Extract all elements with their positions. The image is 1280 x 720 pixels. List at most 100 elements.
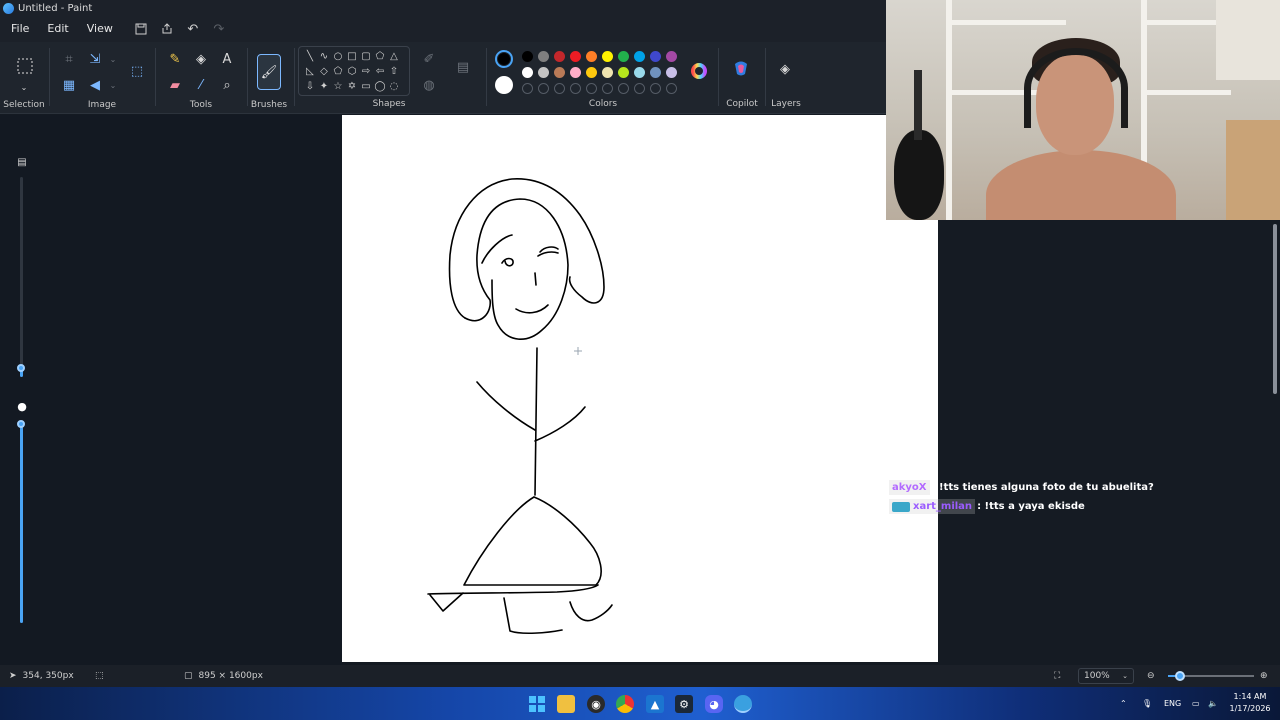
color-swatch[interactable] (602, 67, 613, 78)
pentagon-shape-icon[interactable]: ⬠ (331, 64, 345, 78)
color-swatch[interactable] (586, 67, 597, 78)
layers-icon[interactable]: ◈ (774, 58, 796, 80)
clock[interactable]: 1:14 AM 1/17/2026 (1222, 691, 1278, 715)
four-point-star-shape-icon[interactable]: ✦ (317, 79, 331, 93)
steam-icon[interactable]: ⚙ (675, 695, 693, 713)
secondary-color-swatch[interactable] (495, 76, 513, 94)
cloud-shape-icon[interactable]: ◌ (387, 79, 401, 93)
menu-file[interactable]: File (2, 18, 38, 40)
microphone-icon[interactable]: 🎙 (1142, 687, 1152, 720)
line-shape-icon[interactable]: ╲ (303, 49, 317, 63)
drawing-canvas[interactable] (342, 115, 938, 662)
volume-icon[interactable]: 🔈 (1208, 687, 1218, 720)
down-arrow-shape-icon[interactable]: ⇩ (303, 79, 317, 93)
custom-color-slot[interactable] (618, 83, 629, 94)
color-swatch[interactable] (538, 51, 549, 62)
size-slider-thumb[interactable] (17, 364, 25, 372)
color-picker-icon[interactable]: ⁄ (190, 74, 212, 96)
background-removal-icon[interactable]: ▦ (58, 74, 80, 96)
triangle-shape-icon[interactable]: △ (387, 49, 401, 63)
custom-color-slot[interactable] (666, 83, 677, 94)
custom-color-slot[interactable] (586, 83, 597, 94)
hexagon-shape-icon[interactable]: ⬡ (345, 64, 359, 78)
left-arrow-shape-icon[interactable]: ⇦ (373, 64, 387, 78)
chrome-icon[interactable] (616, 695, 634, 713)
edit-colors-icon[interactable] (688, 60, 710, 82)
copilot-icon[interactable] (730, 58, 752, 80)
custom-color-slot[interactable] (554, 83, 565, 94)
fill-shape-icon[interactable]: ◍ (418, 74, 440, 96)
rounded-rectangle-shape-icon[interactable]: ▢ (359, 49, 373, 63)
network-icon[interactable]: ▭ (1192, 687, 1200, 720)
up-arrow-shape-icon[interactable]: ⇧ (387, 64, 401, 78)
color-swatch[interactable] (522, 67, 533, 78)
six-point-star-shape-icon[interactable]: ✡ (345, 79, 359, 93)
zoom-out-icon[interactable]: ⊖ (1147, 665, 1155, 687)
right-arrow-shape-icon[interactable]: ⇨ (359, 64, 373, 78)
eraser-icon[interactable]: ▰ (164, 74, 186, 96)
selection-rectangle-icon[interactable] (13, 54, 37, 78)
callout-oval-shape-icon[interactable]: ◯ (373, 79, 387, 93)
diamond-shape-icon[interactable]: ◇ (317, 64, 331, 78)
color-swatch[interactable] (650, 51, 661, 62)
primary-color-swatch[interactable] (495, 50, 513, 68)
custom-color-slot[interactable] (538, 83, 549, 94)
undo-icon[interactable]: ↶ (180, 18, 206, 40)
color-swatch[interactable] (634, 51, 645, 62)
color-swatch[interactable] (586, 51, 597, 62)
color-swatch[interactable] (570, 51, 581, 62)
custom-color-slot[interactable] (522, 83, 533, 94)
language-indicator[interactable]: ENG (1164, 687, 1181, 720)
zoom-slider-thumb[interactable] (1175, 671, 1185, 681)
color-swatch[interactable] (554, 51, 565, 62)
menu-edit[interactable]: Edit (38, 18, 77, 40)
vertical-scrollbar[interactable] (1273, 224, 1277, 394)
start-icon[interactable] (528, 695, 546, 713)
pencil-icon[interactable]: ✎ (164, 48, 186, 70)
callout-rect-shape-icon[interactable]: ▭ (359, 79, 373, 93)
discord-icon[interactable]: ◕ (705, 695, 723, 713)
color-swatch[interactable] (666, 51, 677, 62)
color-swatch[interactable] (618, 67, 629, 78)
magnifier-icon[interactable]: ⌕ (216, 74, 238, 96)
custom-color-slot[interactable] (650, 83, 661, 94)
share-icon[interactable] (154, 18, 180, 40)
opacity-slider-thumb[interactable] (17, 420, 25, 428)
color-swatch[interactable] (666, 67, 677, 78)
image-select-icon[interactable]: ⬚ (126, 60, 148, 82)
custom-color-slot[interactable] (634, 83, 645, 94)
color-swatch[interactable] (618, 51, 629, 62)
rotate-dropdown-icon[interactable]: ⌄ (102, 74, 124, 96)
photos-icon[interactable]: ▲ (646, 695, 664, 713)
color-swatch[interactable] (554, 67, 565, 78)
color-swatch[interactable] (570, 67, 581, 78)
color-swatch[interactable] (538, 67, 549, 78)
curve-shape-icon[interactable]: ∿ (317, 49, 331, 63)
polygon-shape-icon[interactable]: ⬠ (373, 49, 387, 63)
size-slider-track[interactable] (20, 177, 23, 377)
oval-shape-icon[interactable]: ○ (331, 49, 345, 63)
custom-color-slot[interactable] (570, 83, 581, 94)
zoom-in-icon[interactable]: ⊕ (1260, 665, 1268, 687)
save-icon[interactable] (128, 18, 154, 40)
zoom-dropdown[interactable]: 100% ⌄ (1078, 668, 1134, 684)
paint-taskbar-icon[interactable] (734, 695, 752, 713)
brushes-button[interactable]: 🖌 (257, 54, 281, 90)
color-swatch[interactable] (634, 67, 645, 78)
five-point-star-shape-icon[interactable]: ☆ (331, 79, 345, 93)
text-icon[interactable]: A (216, 48, 238, 70)
right-triangle-shape-icon[interactable]: ◺ (303, 64, 317, 78)
obs-icon[interactable]: ◉ (587, 695, 605, 713)
menu-view[interactable]: View (78, 18, 122, 40)
fill-icon[interactable]: ◈ (190, 48, 212, 70)
custom-color-slot[interactable] (602, 83, 613, 94)
outline-icon[interactable]: ✐ (418, 48, 440, 70)
color-swatch[interactable] (522, 51, 533, 62)
selection-dropdown-icon[interactable]: ⌄ (13, 76, 35, 98)
file-explorer-icon[interactable] (557, 695, 575, 713)
resize-dropdown-icon[interactable]: ⌄ (102, 48, 124, 70)
show-hidden-icons-icon[interactable]: ⌃ (1120, 687, 1127, 720)
fit-to-window-icon[interactable]: ⛶ (1054, 665, 1060, 687)
rectangle-shape-icon[interactable]: □ (345, 49, 359, 63)
color-swatch[interactable] (602, 51, 613, 62)
